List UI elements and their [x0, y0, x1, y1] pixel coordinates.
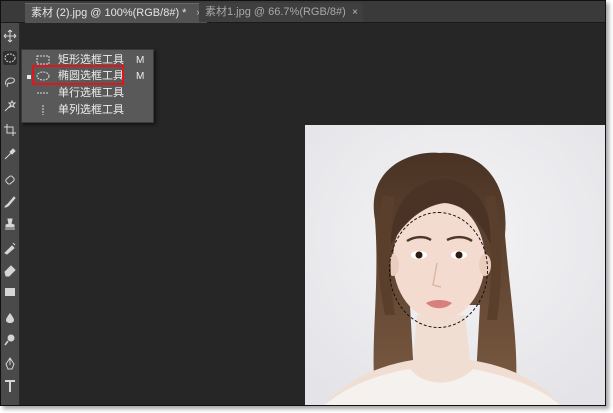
- shortcut-key: M: [136, 71, 145, 82]
- tab-label: 素材 (2).jpg @ 100%(RGB/8#) *: [31, 7, 187, 19]
- eyedropper-icon[interactable]: [3, 147, 17, 161]
- dodge-icon[interactable]: [3, 333, 17, 347]
- single-column-marquee-icon: [42, 105, 44, 115]
- clone-stamp-icon[interactable]: [3, 217, 17, 231]
- quick-select-icon[interactable]: [3, 99, 17, 113]
- active-tool-bullet: [27, 75, 31, 79]
- red-highlight-box: [32, 65, 124, 85]
- crop-icon[interactable]: [3, 123, 17, 137]
- rect-marquee-icon: [36, 55, 50, 65]
- history-brush-icon[interactable]: [3, 241, 17, 255]
- menu-item-single-column-marquee[interactable]: 单列选框工具: [22, 102, 153, 119]
- close-icon[interactable]: ×: [352, 3, 358, 22]
- menu-item-label: 单行选框工具: [58, 87, 124, 99]
- tab-document-2[interactable]: 素材1.jpg @ 66.7%(RGB/8#) ×: [199, 3, 363, 22]
- tab-document-1[interactable]: 素材 (2).jpg @ 100%(RGB/8#) * ×: [25, 3, 207, 23]
- single-row-marquee-icon: [37, 92, 49, 94]
- elliptical-selection: [389, 212, 488, 328]
- healing-icon[interactable]: [3, 173, 17, 187]
- blur-icon[interactable]: [3, 311, 17, 325]
- tools-panel: [1, 23, 20, 405]
- brush-icon[interactable]: [3, 195, 17, 209]
- lasso-icon[interactable]: [3, 75, 17, 89]
- marquee-tool-flyout: 矩形选框工具 M 椭圆选框工具 M 单行选框工具 单列选框工具: [21, 49, 154, 123]
- gradient-icon[interactable]: [3, 285, 17, 299]
- type-icon[interactable]: [3, 379, 17, 393]
- document-tab-bar: 素材 (2).jpg @ 100%(RGB/8#) * × 素材1.jpg @ …: [1, 1, 605, 23]
- tab-label: 素材1.jpg @ 66.7%(RGB/8#): [205, 6, 346, 18]
- pen-icon[interactable]: [3, 357, 17, 371]
- shortcut-key: M: [136, 55, 145, 66]
- eraser-icon[interactable]: [3, 263, 17, 277]
- move-icon[interactable]: [3, 29, 17, 43]
- menu-item-single-row-marquee[interactable]: 单行选框工具: [22, 85, 153, 102]
- photoshop-window: 素材 (2).jpg @ 100%(RGB/8#) * × 素材1.jpg @ …: [0, 0, 606, 406]
- menu-item-label: 单列选框工具: [58, 104, 124, 116]
- marquee-icon[interactable]: [3, 51, 17, 65]
